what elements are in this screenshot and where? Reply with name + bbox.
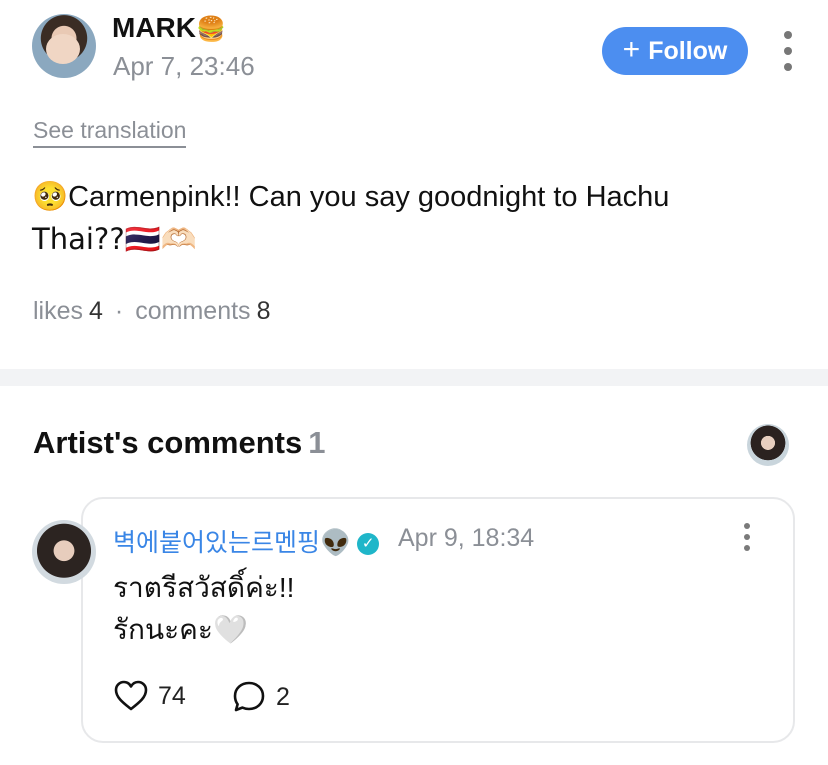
more-options-icon[interactable] — [782, 31, 794, 71]
post-body-line-1: 🥺Carmenpink!! Can you say goodnight to H… — [32, 181, 670, 213]
see-translation-link[interactable]: See translation — [33, 117, 187, 148]
post-body-line-2: Thai??🇹🇭🫶🏻 — [32, 222, 197, 256]
verified-badge-icon: ✓ — [357, 533, 380, 556]
heart-outline-icon — [114, 680, 148, 711]
artist-comments-title-text: Artist's comments — [33, 425, 303, 460]
stats-separator: · — [114, 297, 124, 325]
section-divider — [0, 369, 828, 386]
post-body: 🥺Carmenpink!! Can you say goodnight to H… — [32, 176, 792, 260]
author-avatar[interactable] — [32, 14, 96, 78]
speech-bubble-icon — [233, 681, 265, 712]
commenter-name[interactable]: 벽에붙어있는르멘핑👽 ✓ — [113, 523, 380, 559]
comment-like-count: 74 — [158, 681, 186, 710]
artist-comments-avatar[interactable] — [747, 424, 789, 466]
comment-text: ราตรีสวัสดิ์ค่ะ!! รักนะคะ🤍 — [113, 572, 295, 645]
artist-comments-title: Artist's comments 1 — [33, 425, 325, 461]
follow-button[interactable]: + Follow — [602, 27, 748, 75]
comment-reply-count: 2 — [276, 682, 290, 711]
commenter-name-text: 벽에붙어있는르멘핑 — [113, 529, 321, 557]
plus-icon: + — [622, 32, 641, 66]
comments-label[interactable]: comments — [135, 297, 250, 325]
comment-date: Apr 9, 18:34 — [398, 524, 535, 552]
post-header: MARK🍔 Apr 7, 23:46 + Follow — [0, 0, 828, 110]
likes-label[interactable]: likes — [33, 297, 83, 325]
post-date: Apr 7, 23:46 — [113, 51, 255, 81]
likes-count[interactable]: 4 — [89, 297, 103, 325]
author-name[interactable]: MARK🍔 — [112, 12, 226, 44]
commenter-name-emoji: 👽 — [320, 528, 352, 557]
author-name-emoji: 🍔 — [196, 15, 226, 43]
author-name-text: MARK — [112, 12, 196, 43]
comments-count[interactable]: 8 — [257, 297, 271, 325]
comment-like-button[interactable]: 74 — [114, 680, 186, 712]
follow-button-label: Follow — [648, 36, 728, 65]
comment-reply-button[interactable]: 2 — [232, 680, 290, 714]
post-stats: likes 4 · comments 8 — [33, 297, 270, 326]
artist-comments-count: 1 — [308, 425, 326, 460]
comment-more-options-icon[interactable] — [741, 523, 753, 551]
commenter-avatar[interactable] — [32, 520, 96, 584]
